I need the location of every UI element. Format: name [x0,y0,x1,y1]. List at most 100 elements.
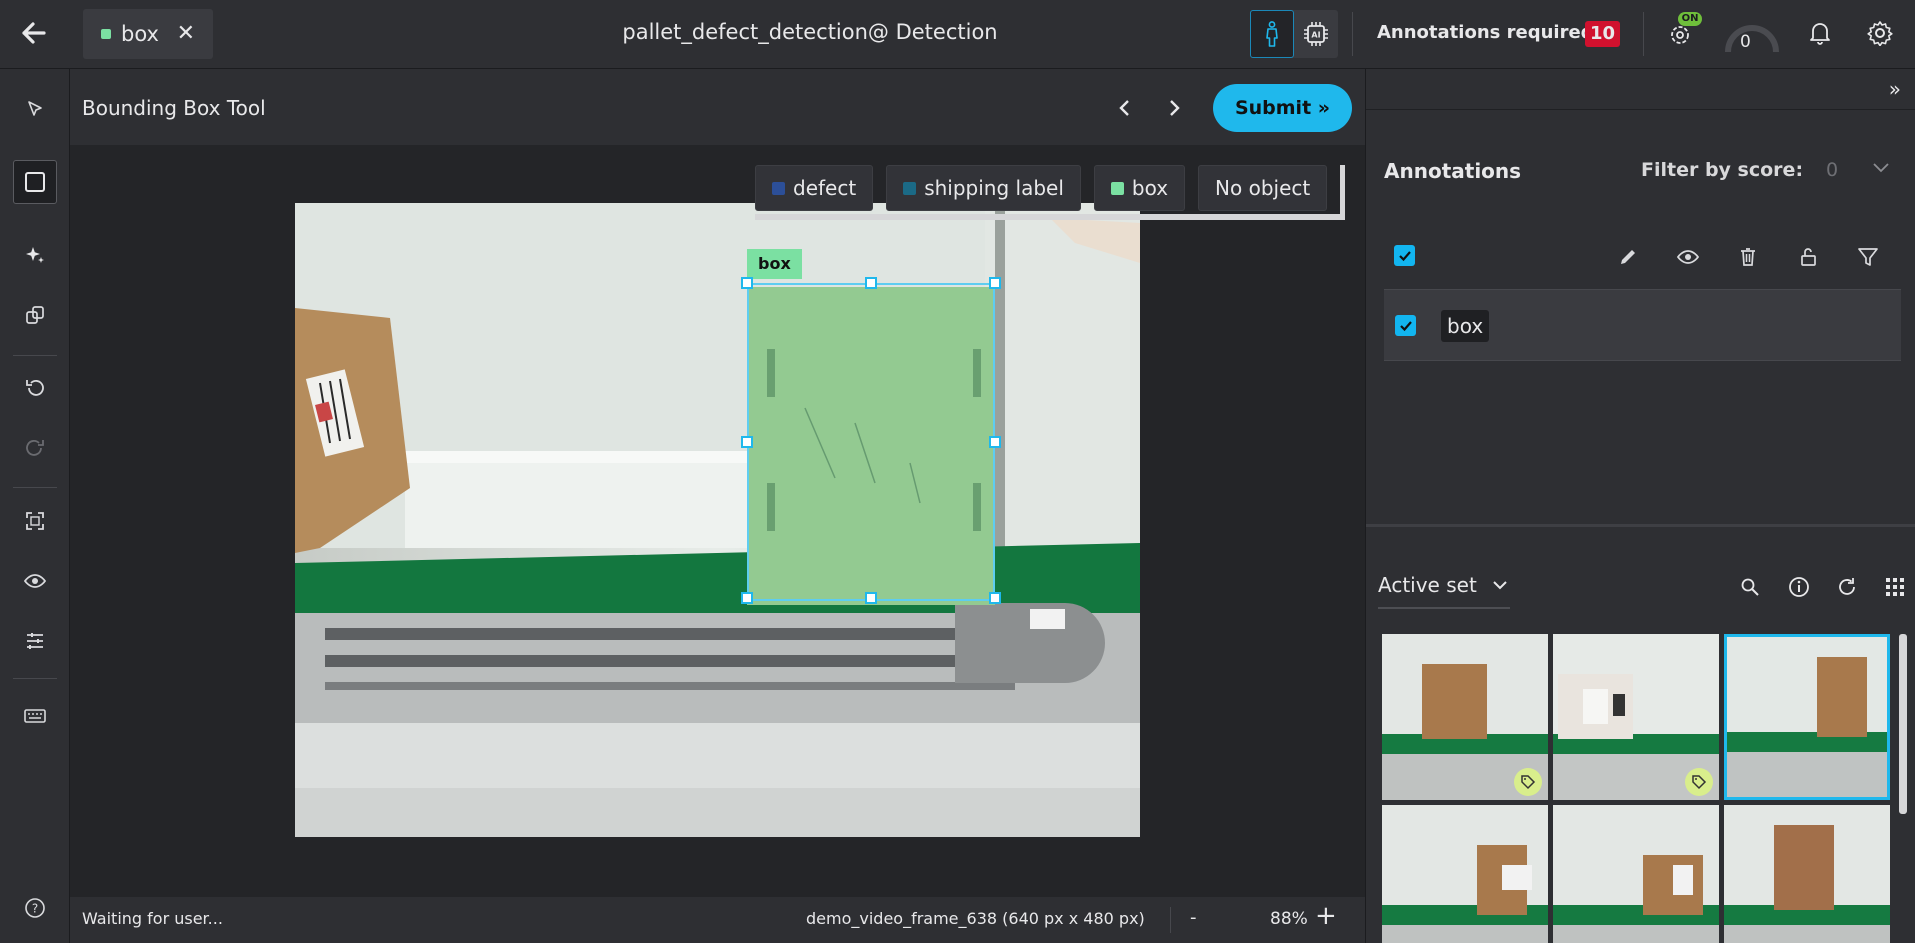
undo-button[interactable] [13,366,57,410]
redo-button[interactable] [13,426,57,470]
filter-score-value[interactable]: 0 [1826,159,1838,181]
visibility-button[interactable] [13,559,57,603]
submit-button[interactable]: Submit » [1213,84,1352,132]
hotkeys-button[interactable] [13,694,57,738]
sparkle-icon [26,247,44,263]
filter-button[interactable] [1853,242,1883,272]
annotation-item[interactable]: box [1384,289,1901,361]
bounding-box-tool[interactable] [13,160,57,204]
person-icon [1266,21,1278,47]
bounding-box-shape[interactable] [747,283,995,601]
label-defect[interactable]: defect [755,165,874,211]
search-button[interactable] [1736,573,1764,601]
pointer-icon [28,101,42,116]
ai-mode-button[interactable]: AI [1294,10,1338,58]
resize-handle[interactable] [865,592,877,604]
back-button[interactable] [14,16,52,50]
media-thumbnail-grid [1382,634,1894,943]
resize-handle[interactable] [741,277,753,289]
sliders-icon [27,633,43,649]
svg-text:?: ? [32,902,38,916]
resize-handle[interactable] [865,277,877,289]
zoom-in-button[interactable]: + [1315,901,1337,931]
info-icon [1789,577,1809,597]
zoom-out-button[interactable]: - [1190,907,1197,928]
label-no-object[interactable]: No object [1198,165,1328,211]
label-color-dot [101,29,111,39]
media-tab[interactable]: box ✕ [83,9,213,59]
label-picker-scrollbar[interactable] [1340,165,1345,217]
filter-icon [1858,248,1878,266]
auto-training-status-badge: ON [1678,12,1702,26]
top-bar: box ✕ pallet_defect_detection@ Detection… [0,0,1915,69]
resize-handle[interactable] [989,592,1001,604]
dataset-selector[interactable]: Active set [1378,573,1477,597]
chevron-right-icon [1170,100,1180,116]
label-name: box [1131,176,1169,200]
divider [13,487,57,488]
help-button[interactable]: ? [13,886,57,930]
divider [13,355,57,356]
adjustments-button[interactable] [13,619,57,663]
select-all-checkbox[interactable] [1394,245,1415,266]
grid-view-button[interactable] [1881,573,1909,601]
resize-handle[interactable] [741,436,753,448]
undo-icon [26,380,44,396]
media-info: demo_video_frame_638 (640 px x 480 px) [806,909,1145,928]
media-image[interactable]: box [295,203,1140,837]
fit-image-button[interactable] [13,499,57,543]
manual-mode-button[interactable] [1250,10,1294,58]
zoom-level: 88% [1270,909,1308,929]
dataset-dropdown-button[interactable] [1491,577,1509,596]
media-thumbnail[interactable] [1553,634,1719,800]
collapse-panel-button[interactable]: » [1889,77,1901,101]
media-thumbnail-selected[interactable] [1724,634,1890,800]
media-thumbnail[interactable] [1553,805,1719,943]
delete-button[interactable] [1733,242,1763,272]
refresh-icon [1839,578,1855,595]
warehouse-scene [295,203,1140,837]
help-icon: ? [25,898,45,918]
chevron-down-icon [1873,163,1889,173]
resize-handle[interactable] [989,277,1001,289]
previous-media-button[interactable] [1110,93,1140,123]
filter-toggle-button[interactable] [1871,159,1891,178]
lock-button[interactable] [1793,242,1823,272]
thumbnail-scrollbar[interactable] [1899,634,1907,814]
edit-labels-button[interactable] [1613,242,1643,272]
credits-count: 0 [1740,32,1751,52]
media-thumbnail[interactable] [1724,805,1890,943]
square-icon [25,172,45,192]
settings-button[interactable] [1867,20,1893,50]
annotation-checkbox[interactable] [1395,315,1416,336]
copy-tool[interactable] [13,293,57,337]
chevron-left-icon [1119,100,1129,116]
resize-handle[interactable] [741,592,753,604]
label-shipping-label[interactable]: shipping label [886,165,1081,211]
label-picker-scrollbar[interactable] [755,214,1345,220]
refresh-button[interactable] [1833,573,1861,601]
toggle-visibility-button[interactable] [1673,242,1703,272]
media-thumbnail[interactable] [1382,805,1548,943]
filter-by-score-label: Filter by score: [1641,159,1804,181]
mode-switcher: AI [1250,10,1338,58]
tools-sidebar: ? [0,69,70,943]
annotations-panel: » Annotations Filter by score: 0 box Act… [1365,69,1915,943]
notifications-button[interactable] [1808,20,1832,50]
next-media-button[interactable] [1159,93,1189,123]
gear-icon [1867,21,1893,47]
label-box[interactable]: box [1093,165,1186,211]
ai-chip-icon: AI [1304,22,1328,46]
media-thumbnail[interactable] [1382,634,1548,800]
tool-header: Bounding Box Tool [70,69,1365,145]
divider [1366,524,1915,527]
selector-tool[interactable] [13,87,57,131]
close-icon[interactable]: ✕ [177,21,195,46]
smart-tool[interactable] [13,233,57,277]
search-icon [1741,578,1759,596]
svg-text:AI: AI [1311,31,1320,40]
resize-handle[interactable] [989,436,1001,448]
bell-icon [1810,23,1830,45]
info-button[interactable] [1785,573,1813,601]
shape-label-tag: box [747,249,802,279]
